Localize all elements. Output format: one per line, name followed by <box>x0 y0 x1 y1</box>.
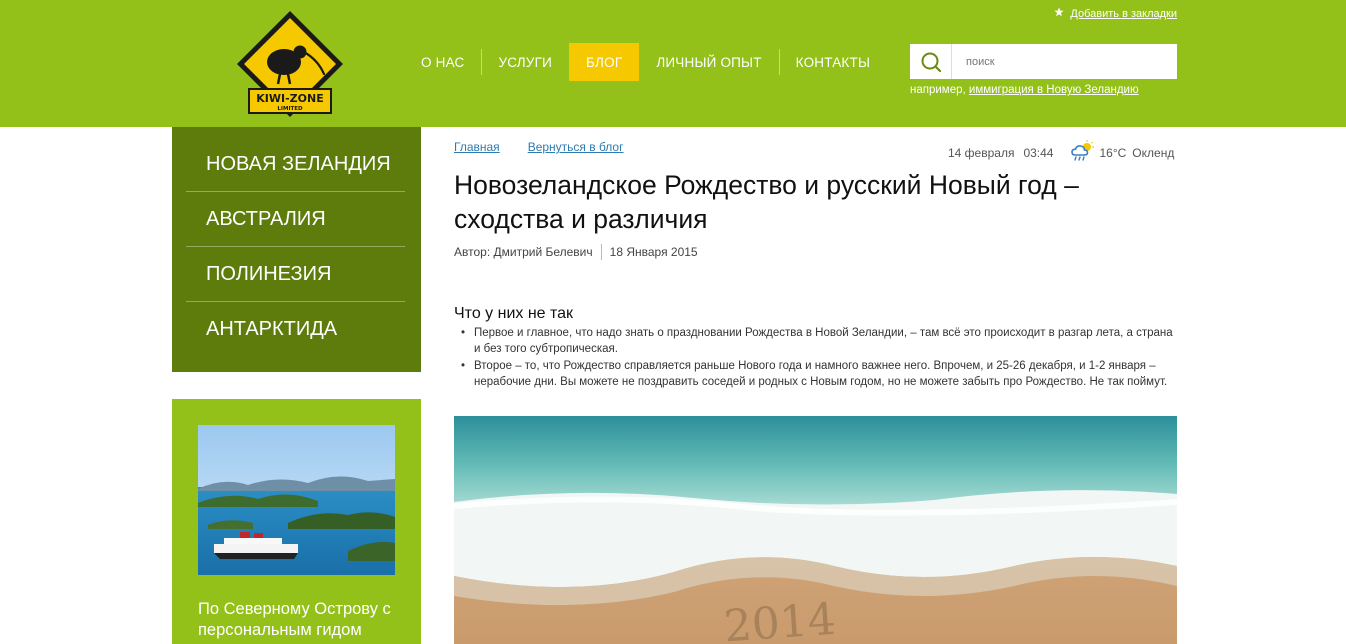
current-time: 03:44 <box>1023 145 1054 160</box>
search-icon[interactable] <box>910 44 952 79</box>
partly-cloudy-rain-icon <box>1071 140 1095 165</box>
weather-temp: 16°C <box>1099 145 1127 160</box>
article-title: Новозеландское Рождество и русский Новый… <box>454 170 1079 234</box>
search-box <box>910 44 1177 79</box>
search-hint: например, иммиграция в Новую Зеландию <box>910 84 1139 96</box>
logo-subtext: LIMITED <box>277 106 303 112</box>
sand-text-2014: 2014 <box>722 594 837 644</box>
byline-divider <box>600 244 602 260</box>
tour-title[interactable]: По Северному Острову с персональным гидо… <box>198 599 413 641</box>
date-weather-widget: 14 февраля 03:44 16°C Окленд <box>948 140 1174 165</box>
nav-item-services[interactable]: УСЛУГИ <box>481 43 569 81</box>
current-date: 14 февраля <box>948 145 1015 160</box>
list-item: Первое и главное, что надо знать о празд… <box>458 325 1180 358</box>
tour-image[interactable] <box>198 425 395 575</box>
kiwi-zone-logo[interactable]: KIWI-ZONE LIMITED <box>234 8 346 120</box>
star-icon <box>1054 7 1065 20</box>
article-bullet-list: Первое и главное, что надо знать о празд… <box>458 325 1180 390</box>
nav-item-contacts[interactable]: КОНТАКТЫ <box>778 43 887 81</box>
tour-promo-card[interactable]: По Северному Острову с персональным гидо… <box>172 399 421 644</box>
region-menu: НОВАЯ ЗЕЛАНДИЯ АВСТРАЛИЯ ПОЛИНЕЗИЯ АНТАР… <box>172 127 421 372</box>
region-item-australia[interactable]: АВСТРАЛИЯ <box>186 192 405 247</box>
weather: 16°C Окленд <box>1071 140 1174 165</box>
region-item-new-zealand[interactable]: НОВАЯ ЗЕЛАНДИЯ <box>186 137 405 192</box>
breadcrumb-home[interactable]: Главная <box>454 140 500 154</box>
breadcrumb: Главная Вернуться в блог <box>454 140 623 154</box>
search-input[interactable] <box>952 54 1168 69</box>
site-header: KIWI-ZONE LIMITED Добавить в закладки О … <box>0 0 1346 127</box>
article-date: 18 Января 2015 <box>609 245 698 259</box>
region-item-antarctica[interactable]: АНТАРКТИДА <box>186 302 405 357</box>
logo-text: KIWI-ZONE <box>256 92 323 105</box>
main-nav: О НАС УСЛУГИ БЛОГ ЛИЧНЫЙ ОПЫТ КОНТАКТЫ <box>404 43 887 81</box>
nav-item-about[interactable]: О НАС <box>404 43 481 81</box>
weather-city: Окленд <box>1132 145 1175 160</box>
article-subheading: Что у них не так <box>454 305 574 322</box>
search-hint-prefix: например, <box>910 84 969 96</box>
breadcrumb-back-to-blog[interactable]: Вернуться в блог <box>528 140 624 154</box>
nav-item-blog[interactable]: БЛОГ <box>569 43 640 81</box>
article-author[interactable]: Автор: Дмитрий Белевич <box>454 245 593 259</box>
bookmark-link[interactable]: Добавить в закладки <box>1054 7 1177 20</box>
article-image-beach: 2014 <box>454 416 1177 644</box>
list-item: Второе – то, что Рождество справляется р… <box>458 358 1180 391</box>
nav-item-experience[interactable]: ЛИЧНЫЙ ОПЫТ <box>639 43 778 81</box>
bookmark-label[interactable]: Добавить в закладки <box>1070 8 1177 20</box>
search-hint-link[interactable]: иммиграция в Новую Зеландию <box>969 84 1139 96</box>
article-byline: Автор: Дмитрий Белевич 18 Января 2015 <box>454 244 698 260</box>
region-item-polynesia[interactable]: ПОЛИНЕЗИЯ <box>186 247 405 302</box>
